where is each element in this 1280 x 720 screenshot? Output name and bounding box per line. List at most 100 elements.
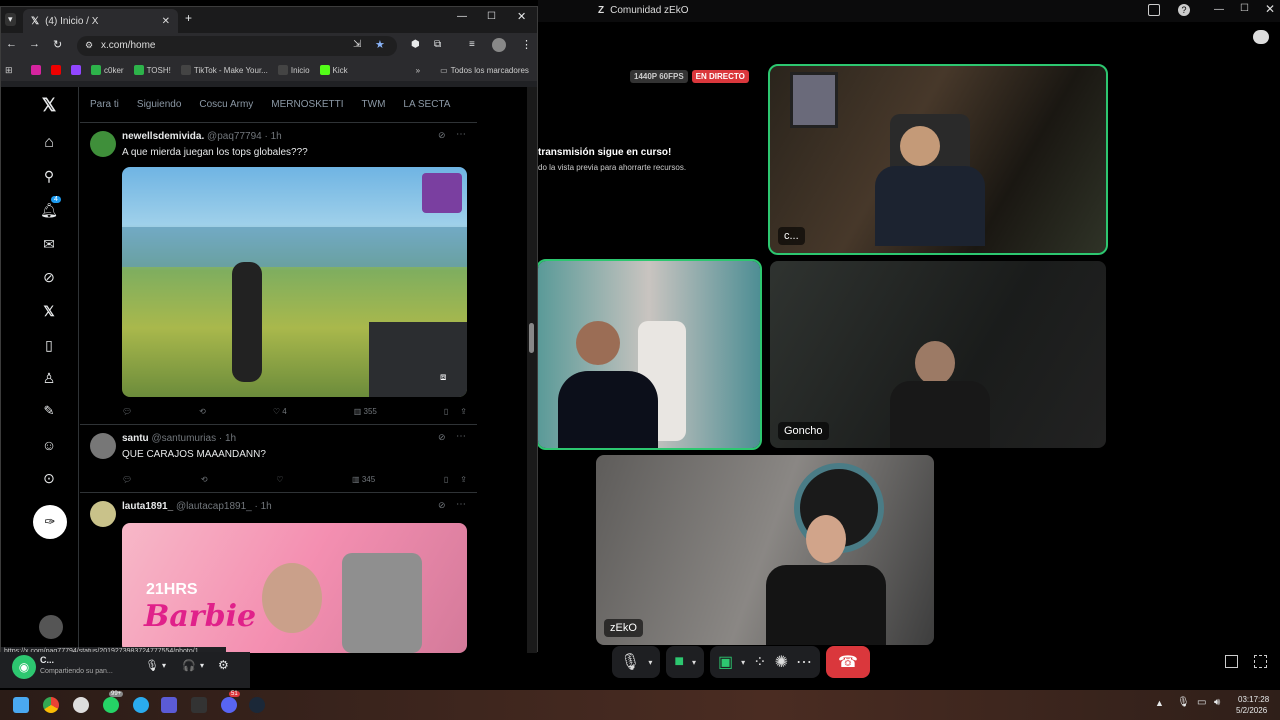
chevron-down-icon[interactable]: ▾: [200, 661, 204, 670]
tweet-image[interactable]: ⧈: [122, 167, 467, 397]
tab-la-secta[interactable]: LA SECTA: [403, 99, 450, 110]
author-name[interactable]: lauta1891_: [122, 501, 173, 512]
clock-time[interactable]: 03:17:28: [1238, 695, 1269, 704]
help-icon[interactable]: ?: [1178, 4, 1190, 16]
tab-coscu-army[interactable]: Coscu Army: [199, 99, 253, 110]
bookmark-icon[interactable]: ▯: [444, 407, 448, 416]
mic-icon[interactable]: 🎙: [145, 659, 159, 672]
share-icon[interactable]: ⇪: [460, 475, 467, 484]
chrome-icon[interactable]: [43, 697, 59, 713]
scrollbar[interactable]: [527, 87, 537, 653]
install-icon[interactable]: ⇲: [353, 39, 361, 50]
like-icon[interactable]: ♡: [276, 475, 283, 484]
share-icon[interactable]: ⇪: [460, 407, 467, 416]
bookmarks-icon[interactable]: ▯: [39, 335, 59, 355]
reply-icon[interactable]: 💬︎: [122, 475, 132, 484]
avatar[interactable]: [90, 501, 116, 527]
profile-icon[interactable]: ☺: [39, 435, 59, 455]
tab-twm[interactable]: TWM: [362, 99, 386, 110]
bookmark-icon[interactable]: ▯: [444, 475, 448, 484]
x-logo-icon[interactable]: 𝕏: [39, 95, 59, 115]
account-avatar[interactable]: [39, 615, 63, 639]
github-icon[interactable]: [73, 697, 89, 713]
chevron-down-icon[interactable]: ▾: [162, 661, 166, 670]
tab-siguiendo[interactable]: Siguiendo: [137, 99, 181, 110]
communities-icon[interactable]: ♙: [39, 368, 59, 388]
tweet[interactable]: newellsdemivida. @paq77794 · 1h ⊘ ⋯ A qu…: [80, 125, 477, 425]
clip-icon[interactable]: [71, 65, 81, 75]
shield-icon[interactable]: ⬢: [411, 39, 420, 50]
minimize-icon[interactable]: —: [457, 11, 467, 22]
volume-icon[interactable]: 🔊︎: [1214, 697, 1220, 708]
articles-icon[interactable]: ✎: [39, 401, 59, 421]
retweet-icon[interactable]: ⟲: [201, 475, 208, 484]
youtube-icon[interactable]: [51, 65, 61, 75]
more-icon[interactable]: ⋯: [796, 652, 812, 672]
notifications-icon[interactable]: 🔔︎ 4: [39, 196, 61, 220]
more-icon[interactable]: ⋯: [456, 499, 466, 510]
home-icon[interactable]: ⌂: [39, 133, 59, 153]
tweet-image[interactable]: 21HRS Barbie: [122, 523, 467, 653]
mic-control[interactable]: 🎙 ▾: [612, 646, 661, 678]
reload-icon[interactable]: ↻: [53, 38, 62, 51]
grok-icon[interactable]: ⊘: [438, 500, 446, 511]
video-tile-4[interactable]: zEkO: [596, 455, 934, 645]
browser-tab[interactable]: 𝕏 (4) Inicio / X ✕: [23, 9, 178, 33]
apps-icon[interactable]: ⊞: [5, 65, 13, 76]
bookmark-c0ker[interactable]: c0ker: [91, 65, 124, 75]
new-tab-icon[interactable]: +: [185, 11, 192, 25]
close-icon[interactable]: ✕: [1265, 2, 1275, 16]
like-button[interactable]: ♡ 4: [273, 407, 287, 416]
media-icon[interactable]: ≡: [469, 39, 475, 50]
maximize-icon[interactable]: ☐: [1240, 3, 1249, 14]
tab-search-icon[interactable]: ▾: [5, 13, 16, 26]
chat-icon[interactable]: [1253, 30, 1269, 44]
chevron-up-icon[interactable]: ▲: [1155, 698, 1164, 708]
grok-icon[interactable]: ⊘: [39, 267, 59, 287]
bookmark-inicio[interactable]: Inicio: [277, 65, 310, 75]
tab-para-ti[interactable]: Para ti: [90, 99, 119, 110]
retweet-icon[interactable]: ⟲: [199, 407, 206, 416]
crop-icon[interactable]: ⧈: [440, 372, 446, 383]
settings-icon[interactable]: ⚙: [218, 658, 229, 672]
address-bar[interactable]: ⚙ x.com/home ⇲ ★: [77, 36, 397, 56]
steam-icon[interactable]: [249, 697, 265, 713]
more-icon[interactable]: ⊙: [39, 468, 59, 488]
maximize-icon[interactable]: ☐: [487, 11, 496, 22]
avatar[interactable]: [492, 38, 506, 52]
all-bookmarks-folder[interactable]: ▭ Todos los marcadores: [440, 66, 529, 75]
menu-icon[interactable]: ⋮: [521, 38, 532, 51]
bookmark-kick[interactable]: Kick: [319, 65, 348, 75]
extensions-icon[interactable]: ⧉: [434, 39, 441, 50]
telegram-icon[interactable]: [133, 697, 149, 713]
bookmark-star-icon[interactable]: ★: [375, 38, 385, 51]
screen-share-control[interactable]: ▣ ▾ ⁘ ✺ ⋯: [710, 646, 820, 678]
activities-icon[interactable]: ⁘: [753, 652, 766, 672]
forward-icon[interactable]: →: [29, 38, 40, 50]
author-name[interactable]: santu: [122, 433, 149, 444]
close-icon[interactable]: ✕: [517, 10, 526, 23]
video-tile-1[interactable]: c...: [768, 64, 1108, 255]
bookmark-tosh[interactable]: TOSH!: [133, 65, 171, 75]
grok-icon[interactable]: ⊘: [438, 130, 446, 141]
more-icon[interactable]: ⋯: [456, 431, 466, 442]
views-button[interactable]: ▥ 355: [354, 407, 377, 416]
network-icon[interactable]: ▭: [1197, 697, 1206, 708]
views-button[interactable]: ▥ 345: [352, 475, 375, 484]
tweet[interactable]: santu @santumurias · 1h ⊘ ⋯ QUE CARAJOS …: [80, 427, 477, 493]
video-tile-3[interactable]: Goncho: [770, 261, 1106, 448]
grok-icon[interactable]: ⊘: [438, 432, 446, 443]
chevron-down-icon[interactable]: ▾: [741, 658, 745, 667]
bookmark-tiktok[interactable]: TikTok - Make Your...: [180, 65, 268, 75]
grid-app-icon[interactable]: [161, 697, 177, 713]
more-bookmarks-icon[interactable]: »: [416, 66, 420, 75]
camera-control[interactable]: ■ ▾: [666, 646, 705, 678]
premium-x-icon[interactable]: 𝕏: [39, 301, 59, 321]
author-name[interactable]: newellsdemivida.: [122, 131, 204, 142]
clock-date[interactable]: 5/2/2026: [1236, 706, 1267, 715]
fullscreen-icon[interactable]: [1254, 655, 1267, 668]
video-tile-2[interactable]: [536, 259, 762, 450]
avatar[interactable]: [90, 131, 116, 157]
more-icon[interactable]: ⋯: [456, 129, 466, 140]
tab-mernosketti[interactable]: MERNOSKETTI: [271, 99, 343, 110]
